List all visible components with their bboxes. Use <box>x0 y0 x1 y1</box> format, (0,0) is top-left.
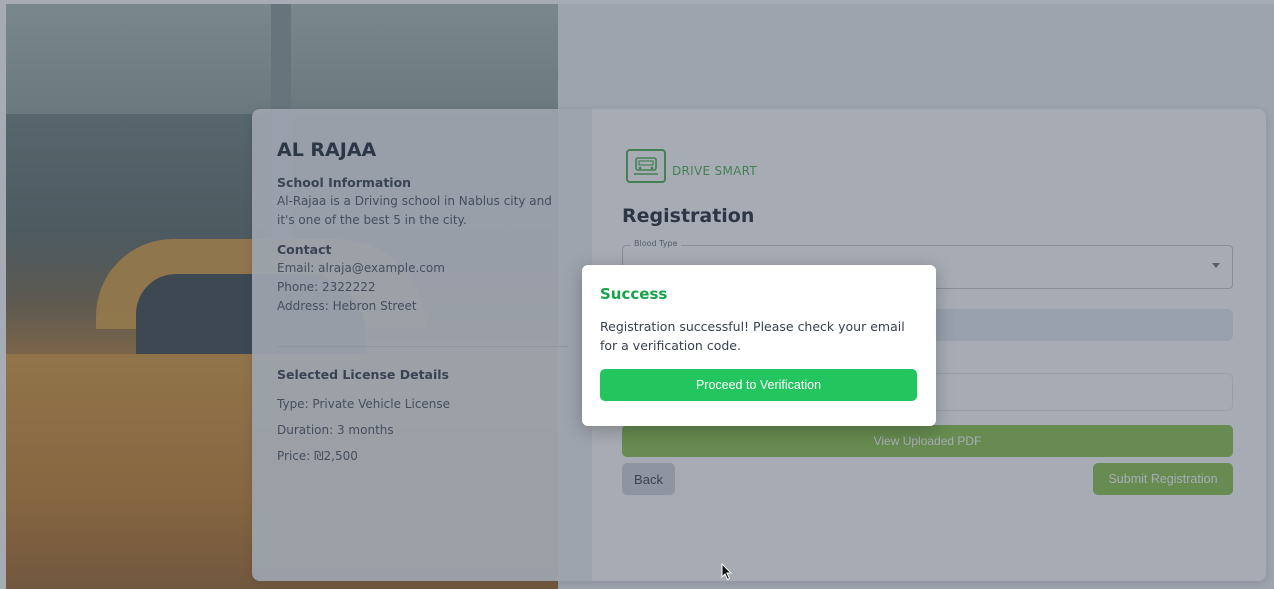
page: AL RAJAA School Information Al-Rajaa is … <box>0 0 1274 589</box>
proceed-to-verification-button[interactable]: Proceed to Verification <box>600 369 917 401</box>
mouse-cursor-icon <box>721 562 733 585</box>
success-dialog: Success Registration successful! Please … <box>582 265 936 426</box>
dialog-title: Success <box>600 285 668 303</box>
dialog-message: Registration successful! Please check yo… <box>600 319 905 353</box>
